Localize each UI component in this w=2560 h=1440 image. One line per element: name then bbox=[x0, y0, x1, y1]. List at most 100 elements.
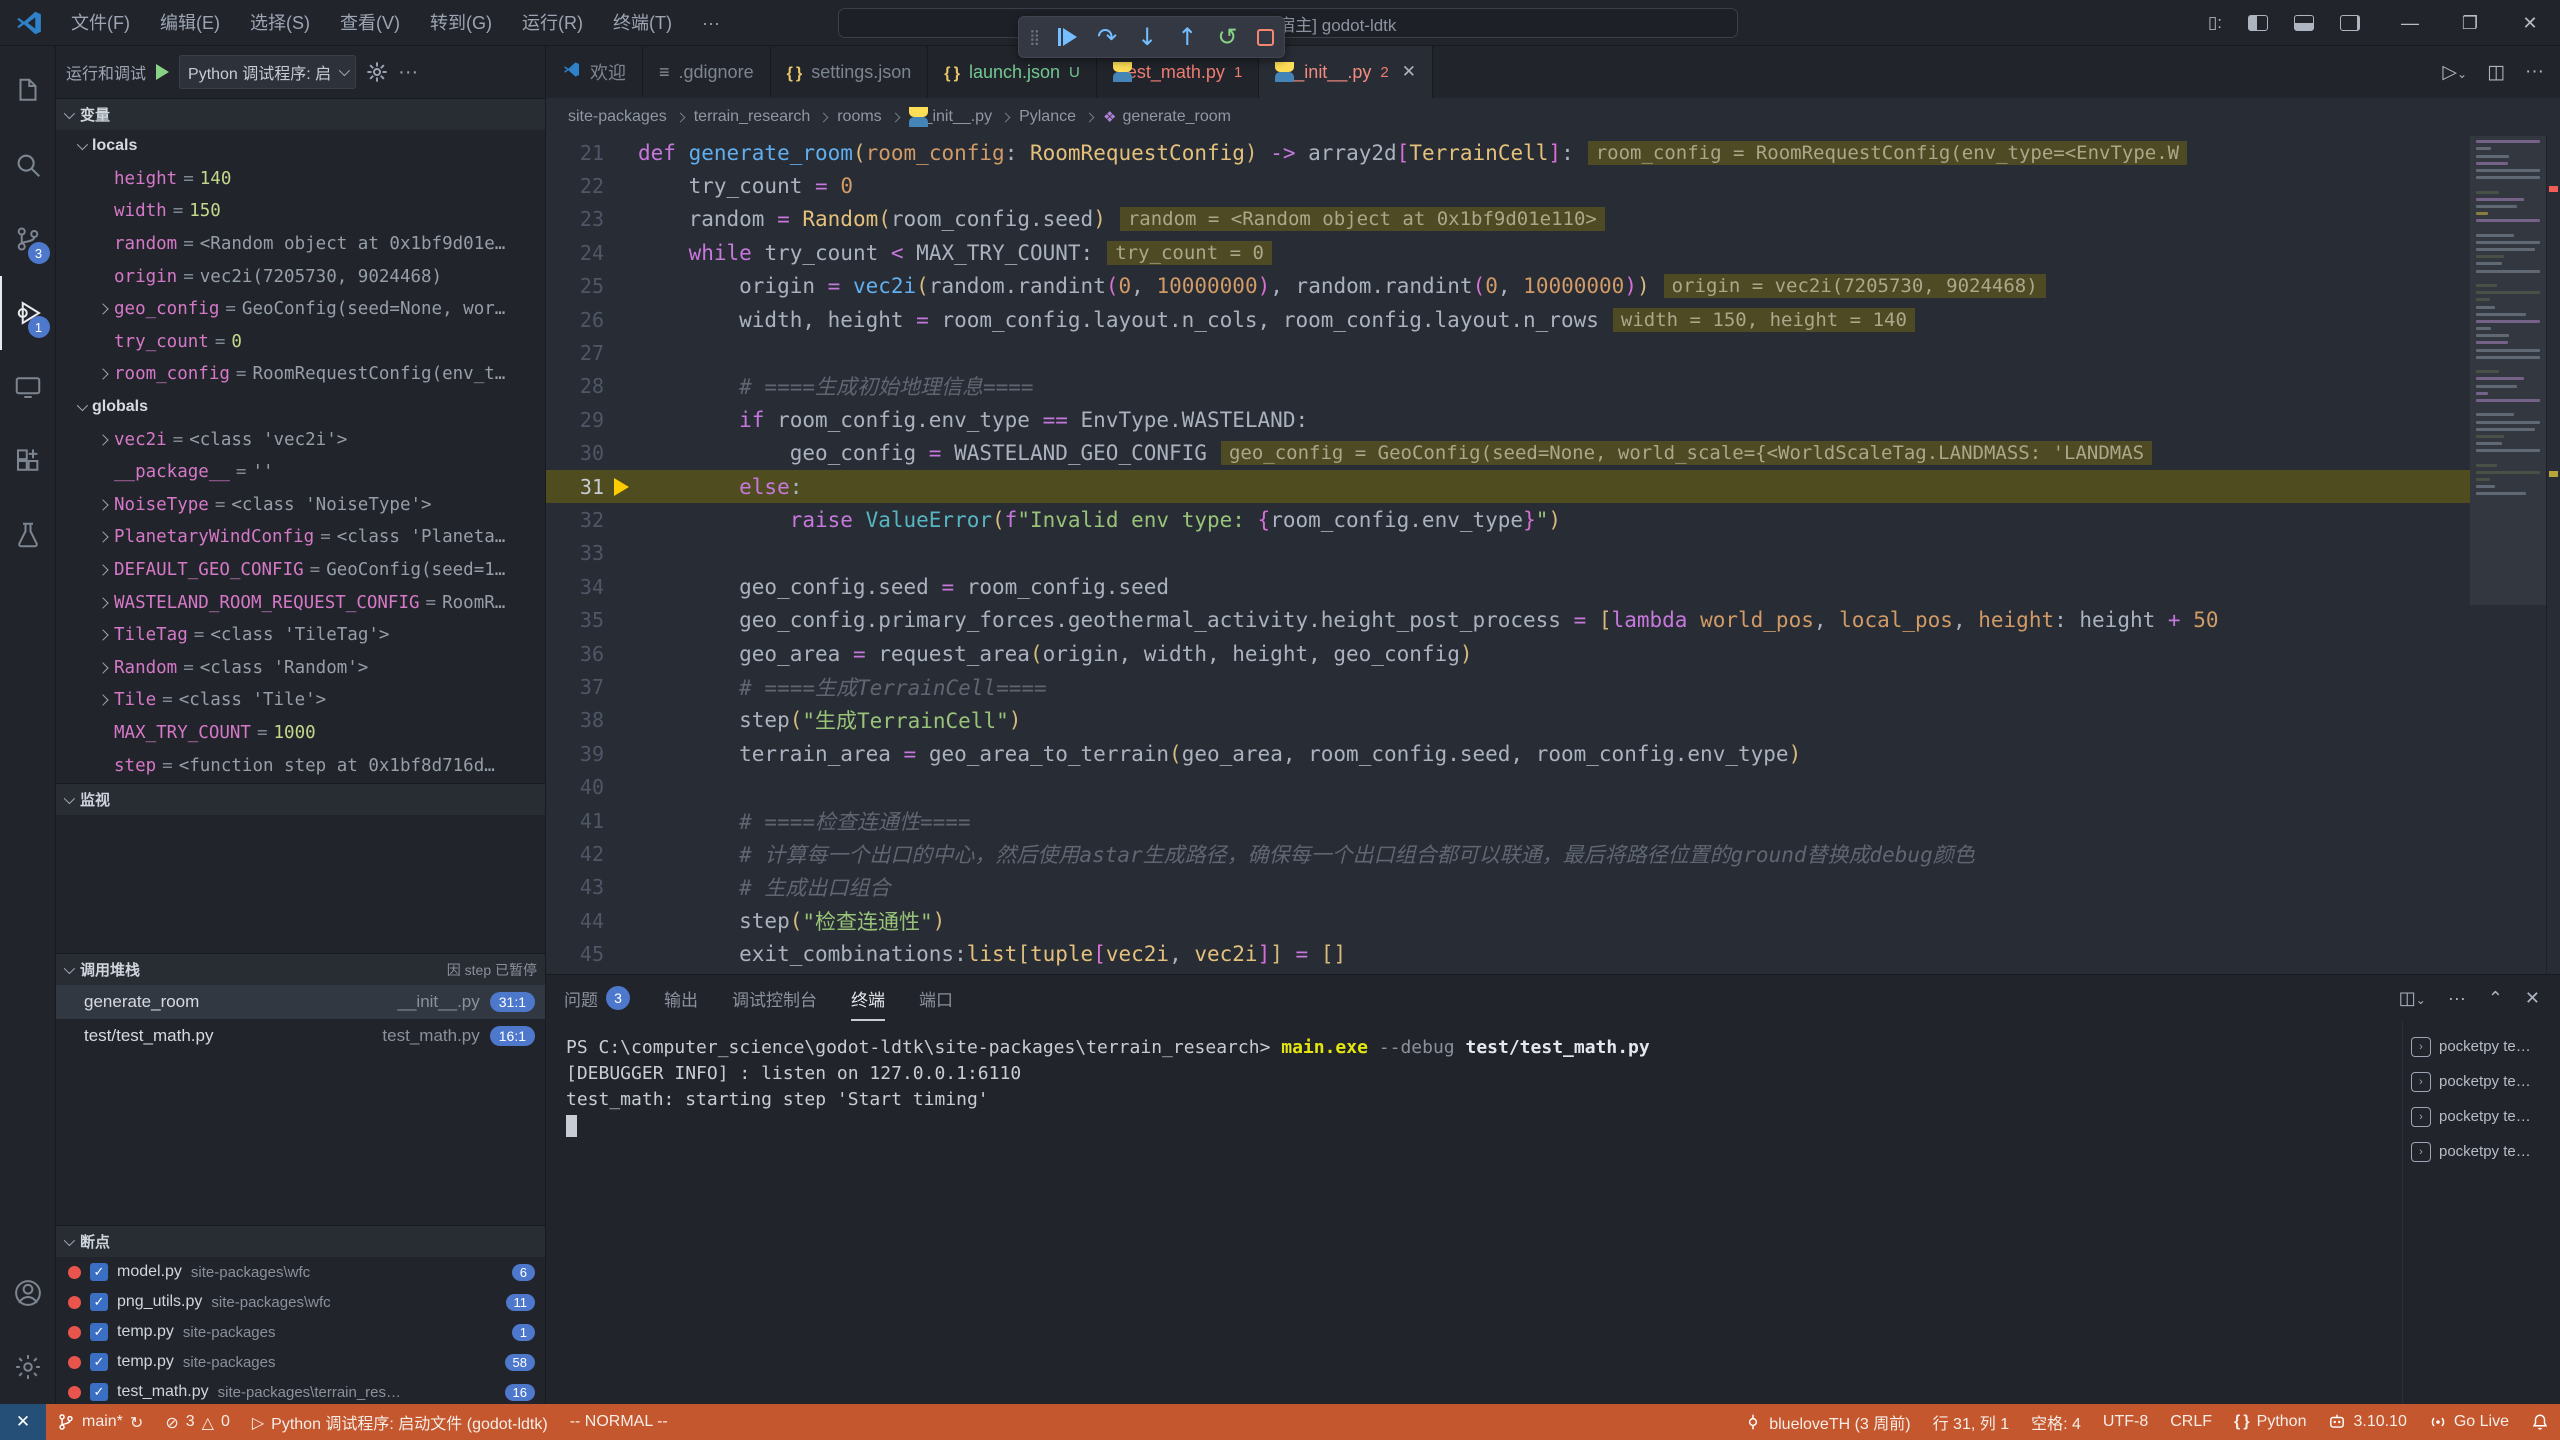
commit-info-item[interactable]: blueloveTH (3 周前) bbox=[1733, 1404, 1921, 1440]
cursor-position-item[interactable]: 行 31, 列 1 bbox=[1922, 1404, 2020, 1440]
code-line-35[interactable]: 35 geo_config.primary_forces.geothermal_… bbox=[546, 603, 2470, 636]
breakpoint-row[interactable]: ✓png_utils.pysite-packages\wfc11 bbox=[56, 1287, 545, 1317]
code-line-26[interactable]: 26 width, height = room_config.layout.n_… bbox=[546, 303, 2470, 336]
activity-search[interactable] bbox=[0, 128, 56, 202]
code-line-38[interactable]: 38 step("生成TerrainCell") bbox=[546, 704, 2470, 737]
close-panel-icon[interactable]: ✕ bbox=[2525, 988, 2540, 1009]
watch-section-header[interactable]: 监视 bbox=[56, 783, 545, 815]
line-number[interactable]: 37 bbox=[546, 675, 604, 699]
variable-row[interactable]: WASTELAND_ROOM_REQUEST_CONFIG=RoomR… bbox=[56, 586, 545, 619]
activity-accounts[interactable] bbox=[0, 1256, 56, 1330]
code-line-25[interactable]: 25 origin = vec2i(random.randint(0, 1000… bbox=[546, 270, 2470, 303]
variable-row[interactable]: __package__='' bbox=[56, 456, 545, 489]
activity-source-control[interactable]: 3 bbox=[0, 202, 56, 276]
panel-tab-端口[interactable]: 端口 bbox=[919, 975, 953, 1021]
split-editor-icon[interactable]: ◫ bbox=[2487, 61, 2505, 84]
step-over-button[interactable]: ↷ bbox=[1097, 25, 1117, 49]
code-line-43[interactable]: 43 # 生成出口组合 bbox=[546, 871, 2470, 904]
variable-row[interactable]: Random=<class 'Random'> bbox=[56, 652, 545, 685]
restart-button[interactable]: ↺ bbox=[1217, 25, 1237, 49]
line-number[interactable]: 26 bbox=[546, 308, 604, 332]
activity-settings[interactable] bbox=[0, 1330, 56, 1404]
go-live-item[interactable]: Go Live bbox=[2418, 1404, 2520, 1440]
variable-row[interactable]: TileTag=<class 'TileTag'> bbox=[56, 619, 545, 652]
menu-item-8[interactable]: ··· bbox=[687, 0, 735, 46]
line-number[interactable]: 34 bbox=[546, 575, 604, 599]
stop-button[interactable] bbox=[1257, 29, 1274, 46]
panel-tab-问题[interactable]: 问题3 bbox=[564, 975, 630, 1021]
breakpoint-checkbox[interactable]: ✓ bbox=[90, 1293, 108, 1311]
terminal-split-icon[interactable]: ◫⌄ bbox=[2399, 988, 2426, 1009]
call-stack-section-header[interactable]: 调用堆栈 因 step 已暂停 bbox=[56, 953, 545, 985]
drag-handle-icon[interactable]: ⣿ bbox=[1029, 28, 1038, 46]
more-actions-icon[interactable]: ··· bbox=[2448, 988, 2466, 1009]
start-debug-icon[interactable] bbox=[156, 64, 169, 80]
breakpoint-row[interactable]: ✓test_math.pysite-packages\terrain_res…1… bbox=[56, 1377, 545, 1404]
line-number[interactable]: 28 bbox=[546, 374, 604, 398]
line-number[interactable]: 23 bbox=[546, 207, 604, 231]
activity-explorer[interactable] bbox=[0, 54, 56, 128]
debug-config-item[interactable]: ▷ Python 调试程序: 启动文件 (godot-ldtk) bbox=[241, 1404, 559, 1440]
code-line-28[interactable]: 28 # ====生成初始地理信息==== bbox=[546, 370, 2470, 403]
stack-frame[interactable]: generate_room__init__.py31:1 bbox=[56, 985, 545, 1019]
menu-item-1[interactable]: 文件(F) bbox=[56, 0, 145, 46]
code-line-39[interactable]: 39 terrain_area = geo_area_to_terrain(ge… bbox=[546, 737, 2470, 770]
breakpoint-checkbox[interactable]: ✓ bbox=[90, 1323, 108, 1341]
terminal-list-item[interactable]: ›pocketpy te… bbox=[2403, 1134, 2560, 1169]
line-number[interactable]: 39 bbox=[546, 742, 604, 766]
line-number[interactable]: 35 bbox=[546, 608, 604, 632]
breakpoint-checkbox[interactable]: ✓ bbox=[90, 1263, 108, 1281]
panel-tab-终端[interactable]: 终端 bbox=[851, 975, 885, 1021]
breakpoints-section-header[interactable]: 断点 bbox=[56, 1225, 545, 1257]
variable-row[interactable]: random=<Random object at 0x1bf9d01e… bbox=[56, 228, 545, 261]
line-number[interactable]: 21 bbox=[546, 141, 604, 165]
variable-row[interactable]: MAX_TRY_COUNT=1000 bbox=[56, 717, 545, 750]
remote-indicator[interactable]: ✕ bbox=[0, 1404, 46, 1440]
code-line-33[interactable]: 33 bbox=[546, 537, 2470, 570]
line-number[interactable]: 42 bbox=[546, 842, 604, 866]
code-line-37[interactable]: 37 # ====生成TerrainCell==== bbox=[546, 670, 2470, 703]
breakpoint-checkbox[interactable]: ✓ bbox=[90, 1353, 108, 1371]
terminal-list-item[interactable]: ›pocketpy te… bbox=[2403, 1099, 2560, 1134]
variable-row[interactable]: try_count=0 bbox=[56, 326, 545, 359]
code-line-21[interactable]: 21def generate_room(room_config: RoomReq… bbox=[546, 136, 2470, 169]
activity-testing[interactable] bbox=[0, 498, 56, 572]
code-line-45[interactable]: 45 exit_combinations:list[tuple[vec2i, v… bbox=[546, 937, 2470, 970]
code-editor[interactable]: 21def generate_room(room_config: RoomReq… bbox=[546, 136, 2560, 974]
menu-item-7[interactable]: 终端(T) bbox=[598, 0, 687, 46]
line-number[interactable]: 25 bbox=[546, 274, 604, 298]
breakpoint-checkbox[interactable]: ✓ bbox=[90, 1383, 108, 1401]
watch-body[interactable] bbox=[56, 815, 545, 953]
vim-mode-item[interactable]: -- NORMAL -- bbox=[559, 1404, 679, 1440]
restore-button[interactable]: ❐ bbox=[2440, 0, 2500, 46]
tab-.gdignore[interactable]: ≡.gdignore bbox=[643, 46, 771, 98]
line-number[interactable]: 44 bbox=[546, 909, 604, 933]
variable-row[interactable]: height=140 bbox=[56, 163, 545, 196]
tab-__init__.py[interactable]: __init__.py2✕ bbox=[1259, 46, 1433, 98]
variable-row[interactable]: geo_config=GeoConfig(seed=None, wor… bbox=[56, 293, 545, 326]
menu-item-4[interactable]: 查看(V) bbox=[325, 0, 415, 46]
line-number[interactable]: 30 bbox=[546, 441, 604, 465]
menu-item-6[interactable]: 运行(R) bbox=[507, 0, 598, 46]
stack-frame[interactable]: test/test_math.pytest_math.py16:1 bbox=[56, 1019, 545, 1053]
toggle-panel-icon[interactable] bbox=[2294, 15, 2314, 31]
minimap[interactable] bbox=[2470, 136, 2546, 974]
terminal-output[interactable]: PS C:\computer_science\godot-ldtk\site-p… bbox=[546, 1021, 2402, 1404]
more-actions-icon[interactable]: ··· bbox=[398, 61, 418, 84]
variables-section-header[interactable]: 变量 bbox=[56, 98, 545, 130]
variable-row[interactable]: step=<function step at 0x1bf8d716d… bbox=[56, 749, 545, 782]
breadcrumb[interactable]: site-packagesterrain_researchrooms__init… bbox=[546, 98, 2560, 136]
code-line-44[interactable]: 44 step("检查连通性") bbox=[546, 904, 2470, 937]
toggle-secondary-sidebar-icon[interactable] bbox=[2340, 15, 2360, 31]
code-line-40[interactable]: 40 bbox=[546, 770, 2470, 803]
variable-row[interactable]: DEFAULT_GEO_CONFIG=GeoConfig(seed=1… bbox=[56, 554, 545, 587]
breadcrumb-item[interactable]: site-packages bbox=[568, 108, 667, 126]
close-button[interactable]: ✕ bbox=[2500, 0, 2560, 46]
close-icon[interactable]: ✕ bbox=[1402, 62, 1416, 82]
menu-item-5[interactable]: 转到(G) bbox=[415, 0, 507, 46]
line-number[interactable]: 36 bbox=[546, 642, 604, 666]
scope-row-locals[interactable]: locals bbox=[56, 130, 545, 163]
maximize-panel-icon[interactable]: ⌃ bbox=[2488, 988, 2503, 1009]
code-line-32[interactable]: 32 raise ValueError(f"Invalid env type: … bbox=[546, 503, 2470, 536]
encoding-item[interactable]: UTF-8 bbox=[2092, 1404, 2159, 1440]
